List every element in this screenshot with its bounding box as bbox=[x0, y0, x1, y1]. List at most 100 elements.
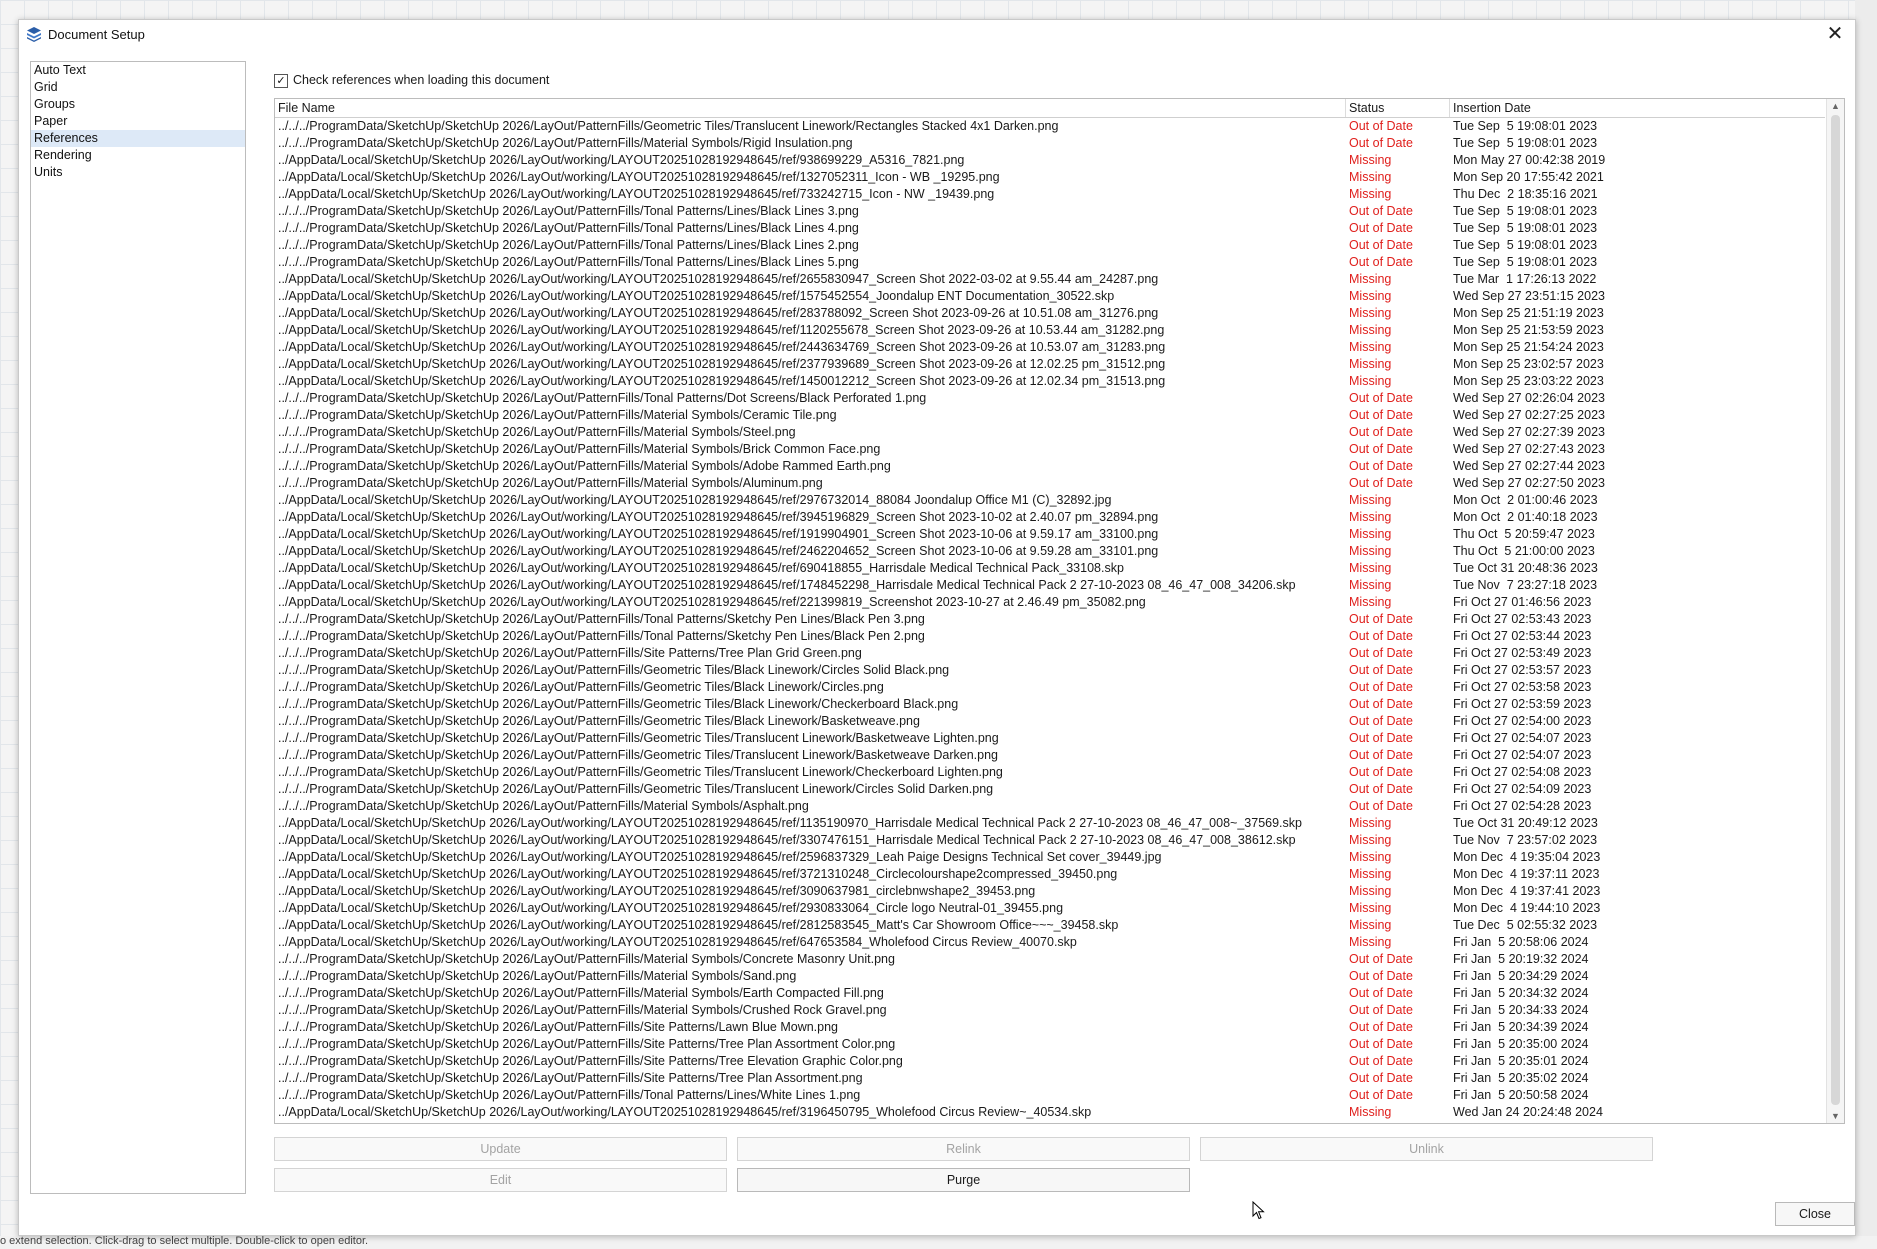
table-row[interactable]: ../../../ProgramData/SketchUp/SketchUp 2… bbox=[275, 730, 1825, 747]
table-row[interactable]: ../AppData/Local/SketchUp/SketchUp 2026/… bbox=[275, 560, 1825, 577]
table-row[interactable]: ../AppData/Local/SketchUp/SketchUp 2026/… bbox=[275, 526, 1825, 543]
table-row[interactable]: ../AppData/Local/SketchUp/SketchUp 2026/… bbox=[275, 815, 1825, 832]
table-row[interactable]: ../AppData/Local/SketchUp/SketchUp 2026/… bbox=[275, 577, 1825, 594]
table-row[interactable]: ../AppData/Local/SketchUp/SketchUp 2026/… bbox=[275, 356, 1825, 373]
sidebar-item-groups[interactable]: Groups bbox=[31, 96, 245, 113]
table-row[interactable]: ../AppData/Local/SketchUp/SketchUp 2026/… bbox=[275, 849, 1825, 866]
sidebar-item-auto-text[interactable]: Auto Text bbox=[31, 62, 245, 79]
table-row[interactable]: ../../../ProgramData/SketchUp/SketchUp 2… bbox=[275, 1036, 1825, 1053]
table-row[interactable]: ../AppData/Local/SketchUp/SketchUp 2026/… bbox=[275, 339, 1825, 356]
sidebar-item-rendering[interactable]: Rendering bbox=[31, 147, 245, 164]
insertion-date-cell: Mon Sep 25 21:54:24 2023 bbox=[1453, 340, 1604, 354]
table-row[interactable]: ../../../ProgramData/SketchUp/SketchUp 2… bbox=[275, 1087, 1825, 1104]
table-row[interactable]: ../../../ProgramData/SketchUp/SketchUp 2… bbox=[275, 611, 1825, 628]
table-row[interactable]: ../../../ProgramData/SketchUp/SketchUp 2… bbox=[275, 628, 1825, 645]
table-row[interactable]: ../../../ProgramData/SketchUp/SketchUp 2… bbox=[275, 696, 1825, 713]
table-row[interactable]: ../../../ProgramData/SketchUp/SketchUp 2… bbox=[275, 798, 1825, 815]
vertical-scrollbar[interactable]: ▲ ▼ bbox=[1826, 99, 1844, 1123]
table-row[interactable]: ../AppData/Local/SketchUp/SketchUp 2026/… bbox=[275, 305, 1825, 322]
insertion-date-cell: Tue Oct 31 20:49:12 2023 bbox=[1453, 816, 1598, 830]
table-row[interactable]: ../../../ProgramData/SketchUp/SketchUp 2… bbox=[275, 254, 1825, 271]
insertion-date-cell: Wed Sep 27 23:51:15 2023 bbox=[1453, 289, 1605, 303]
table-row[interactable]: ../../../ProgramData/SketchUp/SketchUp 2… bbox=[275, 118, 1825, 135]
table-row[interactable]: ../../../ProgramData/SketchUp/SketchUp 2… bbox=[275, 135, 1825, 152]
insertion-date-cell: Mon Dec 4 19:37:41 2023 bbox=[1453, 884, 1601, 898]
insertion-date-cell: Fri Jan 5 20:34:32 2024 bbox=[1453, 986, 1589, 1000]
insertion-date-cell: Mon Dec 4 19:44:10 2023 bbox=[1453, 901, 1601, 915]
table-row[interactable]: ../../../ProgramData/SketchUp/SketchUp 2… bbox=[275, 764, 1825, 781]
table-row[interactable]: ../../../ProgramData/SketchUp/SketchUp 2… bbox=[275, 1002, 1825, 1019]
table-row[interactable]: ../AppData/Local/SketchUp/SketchUp 2026/… bbox=[275, 373, 1825, 390]
purge-button[interactable]: Purge bbox=[737, 1168, 1190, 1192]
status-cell: Missing bbox=[1349, 918, 1392, 932]
table-row[interactable]: ../../../ProgramData/SketchUp/SketchUp 2… bbox=[275, 1019, 1825, 1036]
table-row[interactable]: ../../../ProgramData/SketchUp/SketchUp 2… bbox=[275, 1053, 1825, 1070]
check-references-label: Check references when loading this docum… bbox=[293, 73, 550, 87]
table-row[interactable]: ../../../ProgramData/SketchUp/SketchUp 2… bbox=[275, 1070, 1825, 1087]
table-row[interactable]: ../../../ProgramData/SketchUp/SketchUp 2… bbox=[275, 424, 1825, 441]
table-row[interactable]: ../../../ProgramData/SketchUp/SketchUp 2… bbox=[275, 951, 1825, 968]
table-row[interactable]: ../../../ProgramData/SketchUp/SketchUp 2… bbox=[275, 441, 1825, 458]
table-row[interactable]: ../../../ProgramData/SketchUp/SketchUp 2… bbox=[275, 781, 1825, 798]
table-row[interactable]: ../../../ProgramData/SketchUp/SketchUp 2… bbox=[275, 645, 1825, 662]
insertion-date-cell: Wed Sep 27 02:27:25 2023 bbox=[1453, 408, 1605, 422]
table-row[interactable]: ../../../ProgramData/SketchUp/SketchUp 2… bbox=[275, 662, 1825, 679]
file-name-cell: ../../../ProgramData/SketchUp/SketchUp 2… bbox=[278, 1020, 838, 1034]
table-row[interactable]: ../../../ProgramData/SketchUp/SketchUp 2… bbox=[275, 968, 1825, 985]
table-row[interactable]: ../AppData/Local/SketchUp/SketchUp 2026/… bbox=[275, 900, 1825, 917]
table-row[interactable]: ../../../ProgramData/SketchUp/SketchUp 2… bbox=[275, 679, 1825, 696]
scroll-down-icon[interactable]: ▼ bbox=[1827, 1109, 1844, 1123]
file-name-cell: ../AppData/Local/SketchUp/SketchUp 2026/… bbox=[278, 867, 1118, 881]
table-row[interactable]: ../../../ProgramData/SketchUp/SketchUp 2… bbox=[275, 407, 1825, 424]
table-row[interactable]: ../AppData/Local/SketchUp/SketchUp 2026/… bbox=[275, 169, 1825, 186]
sidebar-item-references[interactable]: References bbox=[31, 130, 245, 147]
table-row[interactable]: ../../../ProgramData/SketchUp/SketchUp 2… bbox=[275, 475, 1825, 492]
file-name-cell: ../AppData/Local/SketchUp/SketchUp 2026/… bbox=[278, 578, 1296, 592]
status-cell: Missing bbox=[1349, 153, 1392, 167]
scrollbar-thumb[interactable] bbox=[1831, 115, 1840, 1105]
table-row[interactable]: ../AppData/Local/SketchUp/SketchUp 2026/… bbox=[275, 288, 1825, 305]
sidebar-item-grid[interactable]: Grid bbox=[31, 79, 245, 96]
file-name-cell: ../AppData/Local/SketchUp/SketchUp 2026/… bbox=[278, 340, 1166, 354]
column-header-insertion-date[interactable]: Insertion Date bbox=[1450, 99, 1825, 117]
table-row[interactable]: ../AppData/Local/SketchUp/SketchUp 2026/… bbox=[275, 543, 1825, 560]
unlink-button[interactable]: Unlink bbox=[1200, 1137, 1653, 1161]
table-row[interactable]: ../AppData/Local/SketchUp/SketchUp 2026/… bbox=[275, 322, 1825, 339]
table-row[interactable]: ../AppData/Local/SketchUp/SketchUp 2026/… bbox=[275, 594, 1825, 611]
table-row[interactable]: ../AppData/Local/SketchUp/SketchUp 2026/… bbox=[275, 271, 1825, 288]
table-row[interactable]: ../AppData/Local/SketchUp/SketchUp 2026/… bbox=[275, 509, 1825, 526]
table-row[interactable]: ../AppData/Local/SketchUp/SketchUp 2026/… bbox=[275, 917, 1825, 934]
table-row[interactable]: ../AppData/Local/SketchUp/SketchUp 2026/… bbox=[275, 492, 1825, 509]
table-row[interactable]: ../../../ProgramData/SketchUp/SketchUp 2… bbox=[275, 390, 1825, 407]
table-row[interactable]: ../AppData/Local/SketchUp/SketchUp 2026/… bbox=[275, 152, 1825, 169]
table-row[interactable]: ../AppData/Local/SketchUp/SketchUp 2026/… bbox=[275, 832, 1825, 849]
close-icon[interactable]: ✕ bbox=[1815, 20, 1855, 50]
scroll-up-icon[interactable]: ▲ bbox=[1827, 99, 1844, 113]
check-references-checkbox[interactable]: ✓ bbox=[274, 74, 288, 88]
sidebar-item-paper[interactable]: Paper bbox=[31, 113, 245, 130]
table-row[interactable]: ../../../ProgramData/SketchUp/SketchUp 2… bbox=[275, 747, 1825, 764]
table-row[interactable]: ../AppData/Local/SketchUp/SketchUp 2026/… bbox=[275, 1104, 1825, 1121]
table-row[interactable]: ../../../ProgramData/SketchUp/SketchUp 2… bbox=[275, 985, 1825, 1002]
table-row[interactable]: ../AppData/Local/SketchUp/SketchUp 2026/… bbox=[275, 883, 1825, 900]
table-row[interactable]: ../../../ProgramData/SketchUp/SketchUp 2… bbox=[275, 203, 1825, 220]
table-row[interactable]: ../../../ProgramData/SketchUp/SketchUp 2… bbox=[275, 458, 1825, 475]
file-name-cell: ../AppData/Local/SketchUp/SketchUp 2026/… bbox=[278, 493, 1112, 507]
table-row[interactable]: ../AppData/Local/SketchUp/SketchUp 2026/… bbox=[275, 186, 1825, 203]
table-row[interactable]: ../../../ProgramData/SketchUp/SketchUp 2… bbox=[275, 220, 1825, 237]
status-cell: Out of Date bbox=[1349, 391, 1413, 405]
status-cell: Missing bbox=[1349, 170, 1392, 184]
column-header-file-name[interactable]: File Name bbox=[275, 99, 1346, 117]
column-header-status[interactable]: Status bbox=[1346, 99, 1450, 117]
table-row[interactable]: ../../../ProgramData/SketchUp/SketchUp 2… bbox=[275, 237, 1825, 254]
table-row[interactable]: ../../../ProgramData/SketchUp/SketchUp 2… bbox=[275, 713, 1825, 730]
document-setup-dialog: Document Setup ✕ Auto Text Grid Groups P… bbox=[18, 19, 1856, 1236]
sidebar-item-units[interactable]: Units bbox=[31, 164, 245, 181]
relink-button[interactable]: Relink bbox=[737, 1137, 1190, 1161]
title-bar[interactable]: Document Setup ✕ bbox=[19, 20, 1855, 50]
close-button[interactable]: Close bbox=[1775, 1202, 1855, 1226]
table-row[interactable]: ../AppData/Local/SketchUp/SketchUp 2026/… bbox=[275, 866, 1825, 883]
update-button[interactable]: Update bbox=[274, 1137, 727, 1161]
table-row[interactable]: ../AppData/Local/SketchUp/SketchUp 2026/… bbox=[275, 934, 1825, 951]
edit-button[interactable]: Edit bbox=[274, 1168, 727, 1192]
